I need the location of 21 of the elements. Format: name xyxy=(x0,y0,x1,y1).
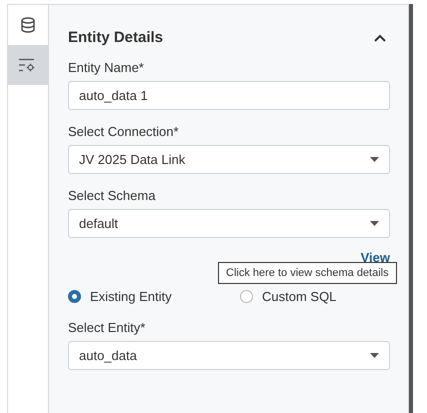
radio-button[interactable] xyxy=(68,290,81,303)
dropdown-caret-icon xyxy=(370,221,379,226)
text-field[interactable]: auto_data 1 xyxy=(68,81,390,110)
field-label: Select Connection* xyxy=(68,124,180,139)
dropdown-field[interactable]: auto_data xyxy=(68,341,390,370)
field-label: Entity Name* xyxy=(68,60,145,75)
sidebar-tab[interactable] xyxy=(8,45,48,85)
dropdown-field[interactable]: JV 2025 Data Link xyxy=(68,145,390,174)
dropdown-caret-icon xyxy=(370,353,379,358)
chevron-icon xyxy=(374,34,386,42)
radio-label: Custom SQL xyxy=(262,289,336,304)
database-icon xyxy=(20,17,36,33)
dropdown-field[interactable]: default xyxy=(68,209,390,238)
field-label: Select Schema xyxy=(68,188,156,203)
tooltip: Click here to view schema details xyxy=(218,262,397,284)
radio-label: Existing Entity xyxy=(90,289,172,304)
section-title: Entity Details xyxy=(68,29,164,46)
field-label: Select Entity* xyxy=(68,320,146,335)
dropdown-caret-icon xyxy=(370,157,379,162)
view-link[interactable]: View xyxy=(360,250,390,265)
radio-button[interactable] xyxy=(240,290,253,303)
